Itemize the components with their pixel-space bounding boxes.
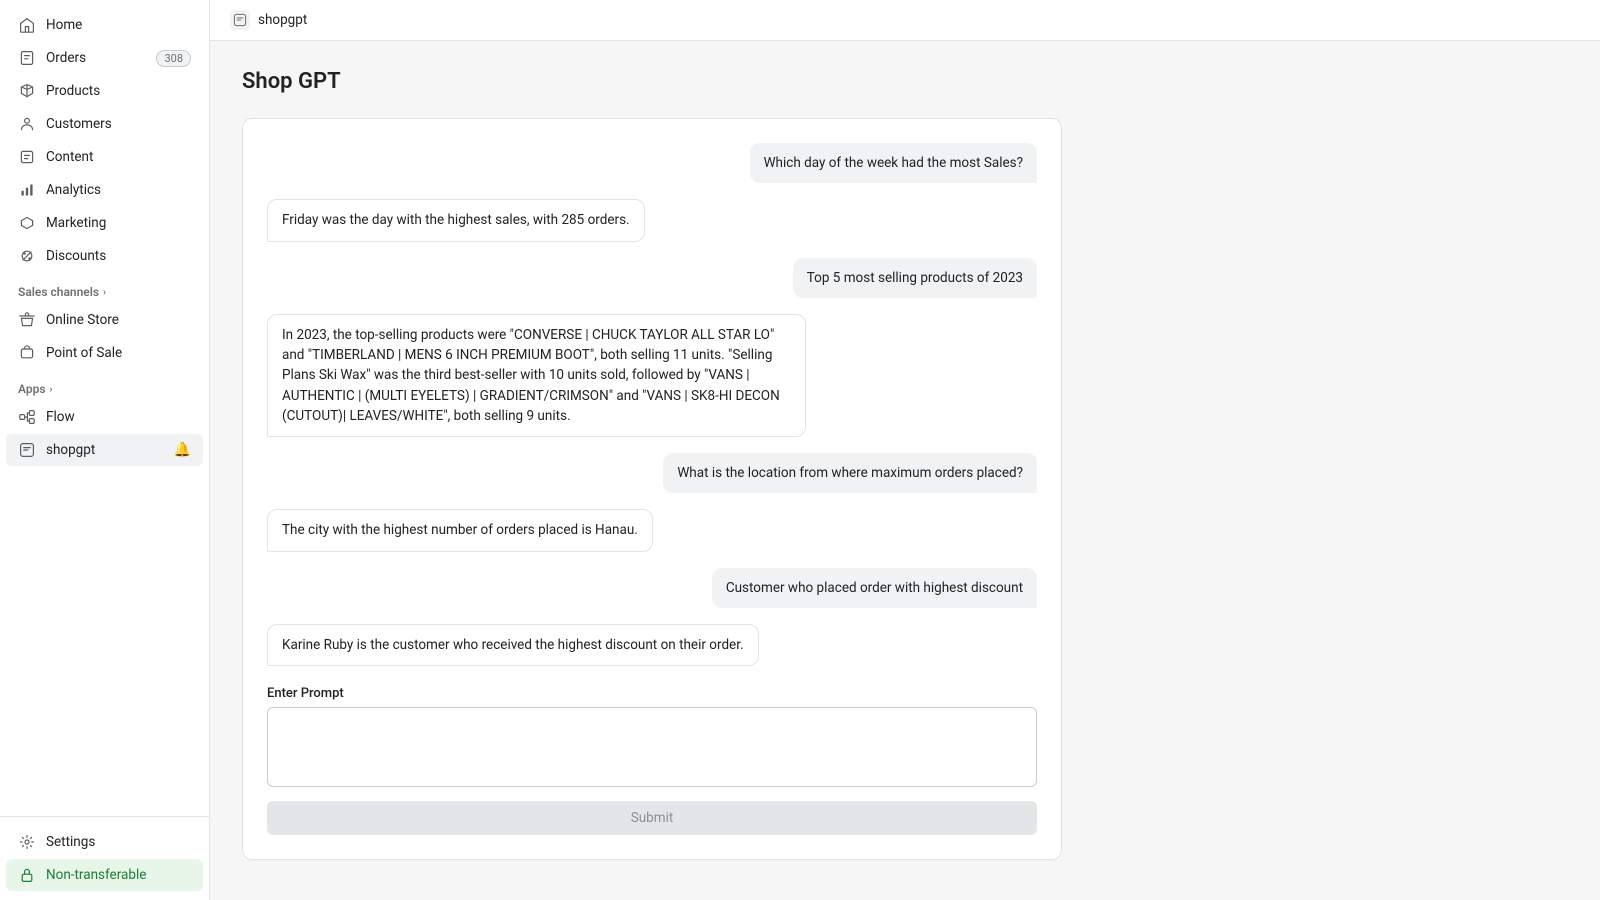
sidebar-nav: Home Orders 308 Products Customers: [0, 0, 209, 816]
sidebar-item-customers[interactable]: Customers: [6, 108, 203, 140]
sidebar-item-settings[interactable]: Settings: [6, 826, 203, 858]
apps-label: Apps: [18, 382, 46, 396]
apps-section[interactable]: Apps ›: [0, 370, 209, 400]
home-icon: [18, 16, 36, 34]
sidebar-item-pos-label: Point of Sale: [46, 345, 191, 361]
sidebar-item-non-transferable[interactable]: Non-transferable: [6, 859, 203, 891]
sidebar-item-non-transferable-label: Non-transferable: [46, 867, 191, 883]
message-row-1: Which day of the week had the most Sales…: [267, 143, 1037, 183]
sidebar-item-discounts[interactable]: Discounts: [6, 240, 203, 272]
message-row-7: Customer who placed order with highest d…: [267, 568, 1037, 608]
prompt-area: Enter Prompt Submit: [267, 686, 1037, 835]
sidebar-bottom: Settings Non-transferable: [0, 816, 209, 900]
flow-icon: [18, 408, 36, 426]
message-row-4: In 2023, the top-selling products were "…: [267, 314, 1037, 437]
message-row-6: The city with the highest number of orde…: [267, 509, 1037, 551]
shopgpt-icon: [18, 441, 36, 459]
chevron-right-icon2: ›: [50, 384, 53, 395]
content-icon: [18, 148, 36, 166]
sidebar-item-marketing-label: Marketing: [46, 215, 191, 231]
chat-container: Which day of the week had the most Sales…: [242, 118, 1062, 860]
settings-icon: [18, 833, 36, 851]
products-icon: [18, 82, 36, 100]
customers-icon: [18, 115, 36, 133]
message-row-5: What is the location from where maximum …: [267, 453, 1037, 493]
sidebar-item-online-store[interactable]: Online Store: [6, 304, 203, 336]
message-bubble-5: What is the location from where maximum …: [663, 453, 1037, 493]
message-bubble-1: Which day of the week had the most Sales…: [750, 143, 1037, 183]
sidebar-item-content-label: Content: [46, 149, 191, 165]
marketing-icon: [18, 214, 36, 232]
sidebar-item-products[interactable]: Products: [6, 75, 203, 107]
sidebar-item-online-store-label: Online Store: [46, 312, 191, 328]
store-icon: [18, 311, 36, 329]
topbar-app-name: shopgpt: [258, 12, 307, 28]
topbar: shopgpt: [210, 0, 1600, 41]
prompt-label: Enter Prompt: [267, 686, 1037, 701]
sidebar-item-orders[interactable]: Orders 308: [6, 42, 203, 74]
sidebar-item-shopgpt[interactable]: shopgpt 🔔: [6, 434, 203, 466]
message-bubble-4: In 2023, the top-selling products were "…: [267, 314, 806, 437]
chevron-right-icon: ›: [103, 287, 106, 298]
sidebar-item-content[interactable]: Content: [6, 141, 203, 173]
sidebar-item-orders-label: Orders: [46, 50, 146, 66]
sidebar-item-discounts-label: Discounts: [46, 248, 191, 264]
notification-bell-icon: 🔔: [174, 442, 191, 458]
sidebar-item-flow-label: Flow: [46, 409, 191, 425]
analytics-icon: [18, 181, 36, 199]
orders-icon: [18, 49, 36, 67]
main-content: shopgpt Shop GPT Which day of the week h…: [210, 0, 1600, 900]
sidebar-item-settings-label: Settings: [46, 834, 191, 850]
message-row-2: Friday was the day with the highest sale…: [267, 199, 1037, 241]
page-title: Shop GPT: [242, 69, 1568, 94]
sidebar-item-home-label: Home: [46, 17, 191, 33]
pos-icon: [18, 344, 36, 362]
content-area: Shop GPT Which day of the week had the m…: [210, 41, 1600, 900]
sidebar-item-customers-label: Customers: [46, 116, 191, 132]
sidebar-item-analytics-label: Analytics: [46, 182, 191, 198]
sidebar-item-pos[interactable]: Point of Sale: [6, 337, 203, 369]
message-row-8: Karine Ruby is the customer who received…: [267, 624, 1037, 666]
sidebar: Home Orders 308 Products Customers: [0, 0, 210, 900]
message-bubble-2: Friday was the day with the highest sale…: [267, 199, 645, 241]
lock-icon: [18, 866, 36, 884]
message-bubble-7: Customer who placed order with highest d…: [712, 568, 1037, 608]
sidebar-item-shopgpt-label: shopgpt: [46, 442, 164, 458]
prompt-input[interactable]: [267, 707, 1037, 787]
submit-button[interactable]: Submit: [267, 801, 1037, 835]
discounts-icon: [18, 247, 36, 265]
message-row-3: Top 5 most selling products of 2023: [267, 258, 1037, 298]
orders-badge: 308: [156, 50, 191, 67]
topbar-app-icon: [230, 10, 250, 30]
sidebar-item-flow[interactable]: Flow: [6, 401, 203, 433]
message-bubble-3: Top 5 most selling products of 2023: [793, 258, 1037, 298]
sidebar-item-analytics[interactable]: Analytics: [6, 174, 203, 206]
message-bubble-6: The city with the highest number of orde…: [267, 509, 653, 551]
sidebar-item-products-label: Products: [46, 83, 191, 99]
sidebar-item-home[interactable]: Home: [6, 9, 203, 41]
sales-channels-label: Sales channels: [18, 285, 99, 299]
sales-channels-section[interactable]: Sales channels ›: [0, 273, 209, 303]
sidebar-item-marketing[interactable]: Marketing: [6, 207, 203, 239]
message-bubble-8: Karine Ruby is the customer who received…: [267, 624, 759, 666]
